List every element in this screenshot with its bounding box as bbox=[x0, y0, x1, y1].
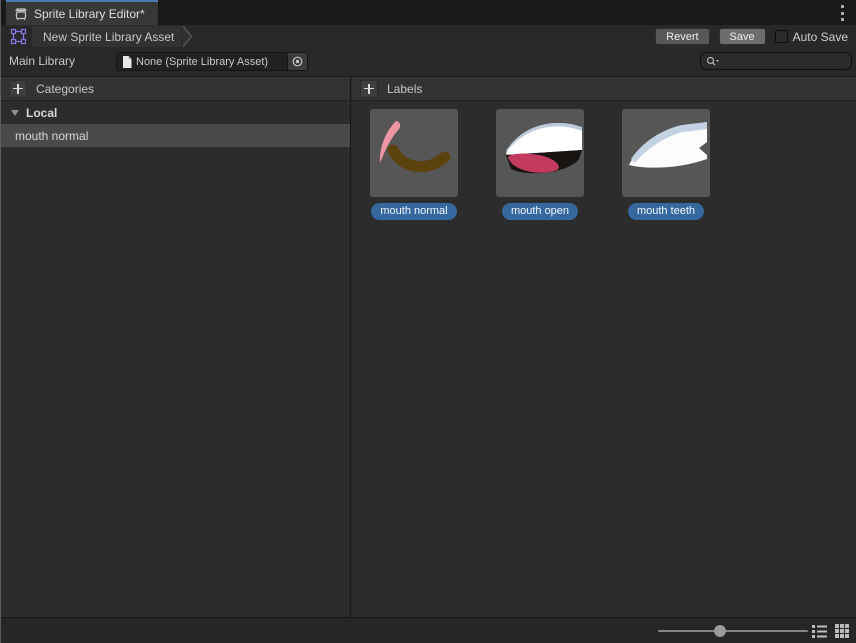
auto-save-checkbox[interactable] bbox=[775, 30, 788, 43]
categories-panel: Categories Local mouth normal bbox=[1, 77, 351, 617]
breadcrumb-chevron-icon bbox=[182, 26, 193, 47]
breadcrumb-label: New Sprite Library Asset bbox=[43, 30, 174, 44]
object-field-value: None (Sprite Library Asset) bbox=[136, 56, 287, 68]
object-picker-icon bbox=[292, 56, 303, 67]
add-label-button[interactable] bbox=[360, 80, 378, 98]
local-foldout-label: Local bbox=[26, 106, 57, 120]
labels-panel: Labels mouth normal bbox=[352, 77, 856, 617]
sprite-thumbnail-mouth-open bbox=[496, 109, 584, 197]
breadcrumb[interactable]: New Sprite Library Asset bbox=[32, 26, 182, 47]
tab-strip: Sprite Library Editor* bbox=[1, 0, 856, 25]
categories-header: Categories bbox=[1, 77, 350, 101]
zoom-slider[interactable] bbox=[658, 630, 808, 632]
sprite-thumbnail-mouth-teeth bbox=[622, 109, 710, 197]
zoom-slider-thumb[interactable] bbox=[714, 625, 726, 637]
save-button[interactable]: Save bbox=[719, 28, 766, 45]
asset-document-icon bbox=[122, 56, 132, 68]
panels: Categories Local mouth normal Labels bbox=[1, 76, 856, 617]
labels-grid: mouth normal mouth open bbox=[352, 101, 856, 220]
local-foldout[interactable]: Local bbox=[1, 101, 350, 124]
labels-title: Labels bbox=[387, 82, 422, 96]
categories-title: Categories bbox=[36, 82, 94, 96]
label-item-mouth-teeth[interactable]: mouth teeth bbox=[622, 109, 710, 220]
add-category-button[interactable] bbox=[9, 80, 27, 98]
main-library-row: Main Library None (Sprite Library Asset) bbox=[1, 48, 856, 76]
sprite-library-editor-window: Sprite Library Editor* New Sprite Librar… bbox=[0, 0, 856, 643]
tab-title: Sprite Library Editor* bbox=[34, 7, 145, 21]
label-pill: mouth open bbox=[502, 203, 578, 220]
main-library-object-field[interactable]: None (Sprite Library Asset) bbox=[116, 52, 308, 71]
search-icon bbox=[706, 56, 720, 67]
toolbar: New Sprite Library Asset Revert Save Aut… bbox=[1, 25, 856, 48]
sprite-thumbnail-mouth-normal bbox=[370, 109, 458, 197]
search-input[interactable] bbox=[720, 54, 830, 68]
kebab-menu-icon[interactable] bbox=[837, 5, 847, 21]
grid-view-button[interactable] bbox=[834, 623, 850, 639]
category-row-label: mouth normal bbox=[15, 129, 88, 143]
main-library-label: Main Library bbox=[9, 54, 75, 68]
object-picker-button[interactable] bbox=[287, 53, 307, 70]
foldout-triangle-icon bbox=[11, 110, 19, 116]
label-item-mouth-open[interactable]: mouth open bbox=[496, 109, 584, 220]
labels-header: Labels bbox=[352, 77, 856, 101]
category-row-mouth-normal[interactable]: mouth normal bbox=[1, 124, 350, 147]
label-item-mouth-normal[interactable]: mouth normal bbox=[370, 109, 458, 220]
sprite-library-icon bbox=[14, 7, 28, 21]
revert-button[interactable]: Revert bbox=[655, 28, 709, 45]
list-view-icon bbox=[812, 625, 827, 638]
sprite-library-asset-icon bbox=[10, 28, 27, 45]
tab-sprite-library-editor[interactable]: Sprite Library Editor* bbox=[6, 0, 158, 25]
grid-view-icon bbox=[835, 624, 849, 638]
label-pill: mouth normal bbox=[371, 203, 456, 220]
auto-save-label: Auto Save bbox=[793, 30, 848, 44]
bottom-bar bbox=[1, 617, 856, 643]
label-pill: mouth teeth bbox=[628, 203, 704, 220]
list-view-button[interactable] bbox=[811, 623, 827, 639]
search-field[interactable] bbox=[700, 52, 852, 70]
